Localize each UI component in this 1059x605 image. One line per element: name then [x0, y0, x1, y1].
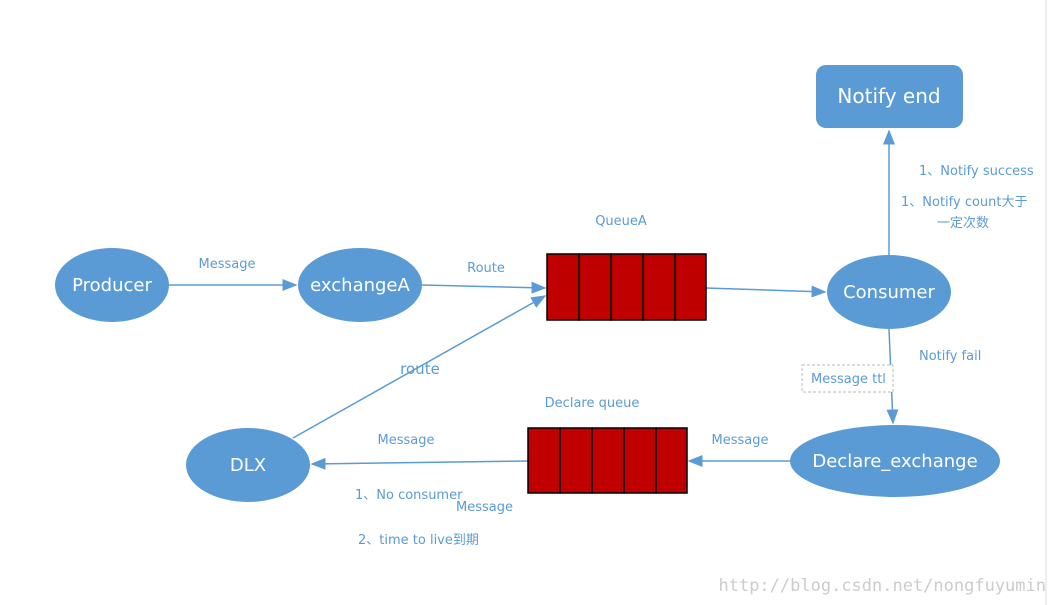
- notify-fail-label: Notify fail: [919, 349, 981, 364]
- consumer-label: Consumer: [843, 282, 935, 303]
- queueA-label: QueueA: [595, 214, 647, 229]
- edge-label-message-2: Message: [712, 433, 769, 448]
- no-consumer-label: 1、No consumer: [355, 488, 463, 503]
- declare-queue[interactable]: [527, 427, 688, 494]
- message-extra-label: Message: [456, 500, 513, 515]
- message-ttl-label: Message ttl: [811, 372, 886, 387]
- declare-exchange-label: Declare_exchange: [812, 451, 977, 472]
- node-consumer[interactable]: Consumer: [827, 255, 951, 329]
- edge-queue-dlx: [310, 457, 529, 470]
- queue-a[interactable]: [546, 253, 707, 321]
- dlx-label: DLX: [230, 455, 266, 476]
- edge-label-dlx-route: route: [400, 360, 440, 378]
- node-declare-exchange[interactable]: Declare_exchange: [790, 425, 1000, 497]
- edge-label-route: Route: [467, 261, 505, 276]
- node-dlx[interactable]: DLX: [186, 428, 310, 502]
- watermark: http://blog.csdn.net/nongfuyumin: [718, 576, 1046, 596]
- edge-label-message: Message: [199, 257, 256, 272]
- node-exchangeA[interactable]: exchangeA: [298, 248, 422, 322]
- notify-count-label: 1、Notify count大于: [901, 195, 1028, 210]
- declare-queue-label: Declare queue: [545, 396, 640, 411]
- edges: [168, 129, 899, 470]
- ttl-expire-label: 2、time to live到期: [358, 533, 479, 548]
- edge-label-message-3: Message: [378, 433, 435, 448]
- edge-exchange-queueA: [421, 281, 547, 294]
- notify-end-label: Notify end: [837, 84, 940, 108]
- edge-queueA-consumer: [705, 285, 827, 298]
- notify-success-label: 1、Notify success: [919, 164, 1034, 179]
- producer-label: Producer: [72, 275, 152, 296]
- node-producer[interactable]: Producer: [55, 248, 169, 322]
- exchangeA-label: exchangeA: [310, 275, 410, 296]
- diagram: Producer exchangeA Consumer Notify end D…: [55, 0, 1047, 605]
- notify-count-label-2: 一定次数: [937, 215, 989, 231]
- node-notify-end[interactable]: Notify end: [816, 65, 963, 128]
